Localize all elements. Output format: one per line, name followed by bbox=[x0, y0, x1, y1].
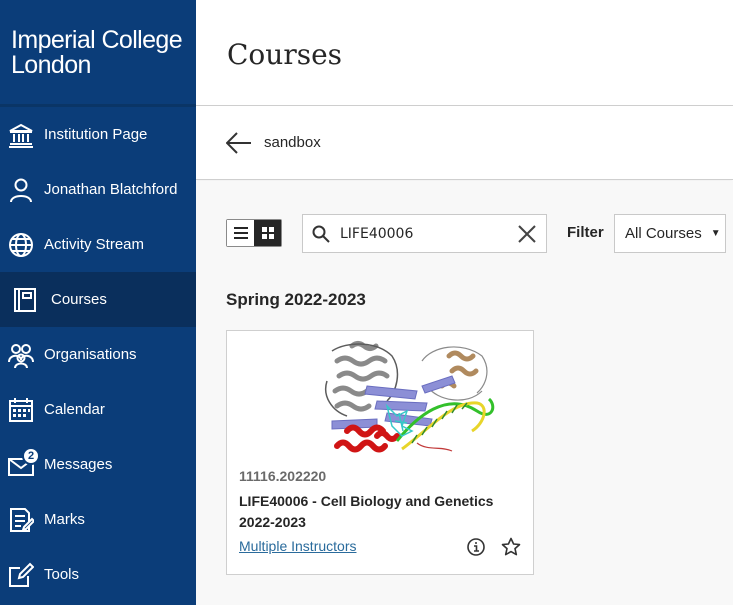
nav-item-courses[interactable]: Courses bbox=[0, 272, 196, 327]
globe-icon bbox=[7, 231, 34, 258]
nav-item-activity-stream[interactable]: Activity Stream bbox=[0, 217, 196, 272]
nav-label: Tools bbox=[44, 566, 80, 583]
course-name-line-2[interactable]: 2022-2023 bbox=[239, 512, 509, 533]
filter-label: Filter bbox=[567, 224, 604, 241]
courses-content: LIFE40006 Filter All Courses ▼ Spring 20… bbox=[196, 181, 733, 605]
title-bar: Courses bbox=[196, 0, 733, 106]
nav-item-profile[interactable]: Jonathan Blatchford bbox=[0, 162, 196, 217]
view-toggle bbox=[226, 219, 282, 247]
organisations-icon bbox=[7, 341, 34, 368]
user-icon bbox=[7, 176, 34, 203]
nav-item-organisations[interactable]: Organisations bbox=[0, 327, 196, 382]
course-name-line-1[interactable]: LIFE40006 - Cell Biology and Genetics bbox=[239, 491, 509, 512]
protein-structure-image bbox=[325, 341, 495, 453]
calendar-icon bbox=[7, 396, 34, 423]
brand-line-2: London bbox=[11, 51, 91, 79]
page-title: Courses bbox=[227, 38, 343, 71]
term-heading: Spring 2022-2023 bbox=[226, 290, 366, 309]
courses-icon bbox=[11, 286, 38, 313]
filter-value: All Courses bbox=[625, 225, 702, 242]
nav-label: Organisations bbox=[44, 346, 137, 363]
nav-item-calendar[interactable]: Calendar bbox=[0, 382, 196, 437]
breadcrumb: sandbox bbox=[196, 106, 733, 180]
grid-view-button[interactable] bbox=[254, 220, 281, 246]
course-card[interactable]: 11116.202220 LIFE40006 - Cell Biology an… bbox=[226, 330, 534, 575]
nav-item-institution-page[interactable]: Institution Page bbox=[0, 107, 196, 162]
messages-badge: 2 bbox=[22, 447, 40, 465]
course-image[interactable] bbox=[227, 331, 533, 456]
nav-label: Activity Stream bbox=[44, 236, 145, 253]
info-icon[interactable] bbox=[466, 537, 486, 557]
sidebar: Imperial College London Institution Page… bbox=[0, 0, 196, 605]
search-input[interactable]: LIFE40006 bbox=[302, 214, 547, 253]
nav-item-marks[interactable]: Marks bbox=[0, 492, 196, 547]
nav-label: Institution Page bbox=[44, 126, 148, 143]
caret-down-icon: ▼ bbox=[710, 228, 721, 239]
course-id: 11116.202220 bbox=[239, 468, 327, 484]
nav-label: Messages bbox=[44, 456, 113, 473]
course-name[interactable]: LIFE40006 - Cell Biology and Genetics 20… bbox=[239, 491, 509, 533]
nav-item-tools[interactable]: Tools bbox=[0, 547, 196, 602]
tools-icon bbox=[7, 561, 34, 588]
brand-line-1: Imperial College bbox=[11, 26, 183, 54]
nav-label: Courses bbox=[51, 291, 107, 308]
brand-logo: Imperial College London bbox=[0, 0, 196, 107]
clear-search-button[interactable] bbox=[516, 223, 538, 245]
nav-label: Jonathan Blatchford bbox=[44, 181, 178, 198]
courses-toolbar: LIFE40006 Filter All Courses ▼ bbox=[226, 214, 726, 253]
envelope-icon: 2 bbox=[7, 447, 40, 478]
search-value[interactable]: LIFE40006 bbox=[340, 226, 516, 242]
breadcrumb-label[interactable]: sandbox bbox=[264, 134, 321, 151]
nav-label: Marks bbox=[44, 511, 85, 528]
main-panel: Courses sandbox LIFE40006 Filter All Cou… bbox=[196, 0, 733, 605]
institution-icon bbox=[7, 121, 34, 148]
back-arrow-icon[interactable] bbox=[226, 130, 252, 156]
nav-item-messages[interactable]: 2 Messages bbox=[0, 437, 196, 492]
search-icon bbox=[312, 225, 330, 243]
marks-icon bbox=[7, 506, 34, 533]
close-icon bbox=[518, 224, 536, 243]
grid-icon bbox=[261, 227, 274, 239]
star-icon[interactable] bbox=[501, 537, 521, 557]
list-view-button[interactable] bbox=[227, 220, 254, 246]
instructors-link[interactable]: Multiple Instructors bbox=[239, 538, 356, 554]
nav-label: Calendar bbox=[44, 401, 105, 418]
nav-list: Institution Page Jonathan Blatchford Act… bbox=[0, 107, 196, 602]
filter-select[interactable]: All Courses ▼ bbox=[614, 214, 726, 253]
list-icon bbox=[233, 227, 248, 239]
